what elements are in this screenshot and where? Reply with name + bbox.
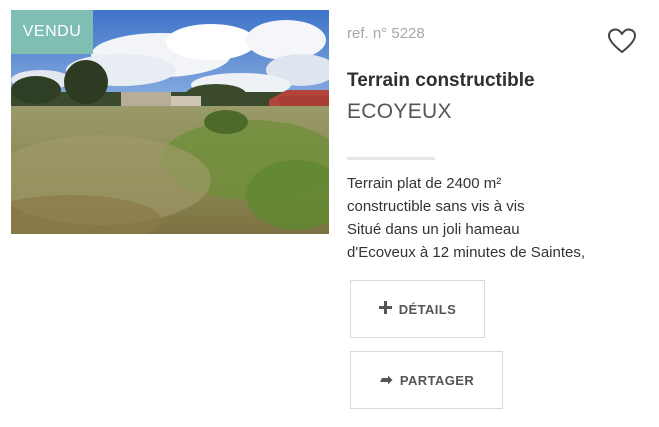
favorite-button[interactable]	[607, 27, 637, 55]
listing-reference: ref. n° 5228	[347, 25, 425, 42]
listing-description: Terrain plat de 2400 m² constructible sa…	[347, 175, 586, 261]
plus-icon	[378, 301, 392, 317]
share-arrow-icon	[379, 373, 393, 388]
details-button-label: DÉTAILS	[398, 301, 457, 317]
listing-city: ECOYEUX	[347, 100, 452, 123]
sold-status-badge: VENDU	[11, 10, 93, 54]
title-divider	[347, 157, 435, 160]
share-button-label: PARTAGER	[399, 372, 475, 388]
details-button[interactable]: DÉTAILS	[350, 280, 485, 338]
listing-title[interactable]: Terrain constructible	[347, 70, 535, 92]
share-button[interactable]: PARTAGER	[350, 351, 503, 409]
property-photo[interactable]: VENDU	[11, 10, 329, 234]
heart-icon	[608, 28, 636, 53]
